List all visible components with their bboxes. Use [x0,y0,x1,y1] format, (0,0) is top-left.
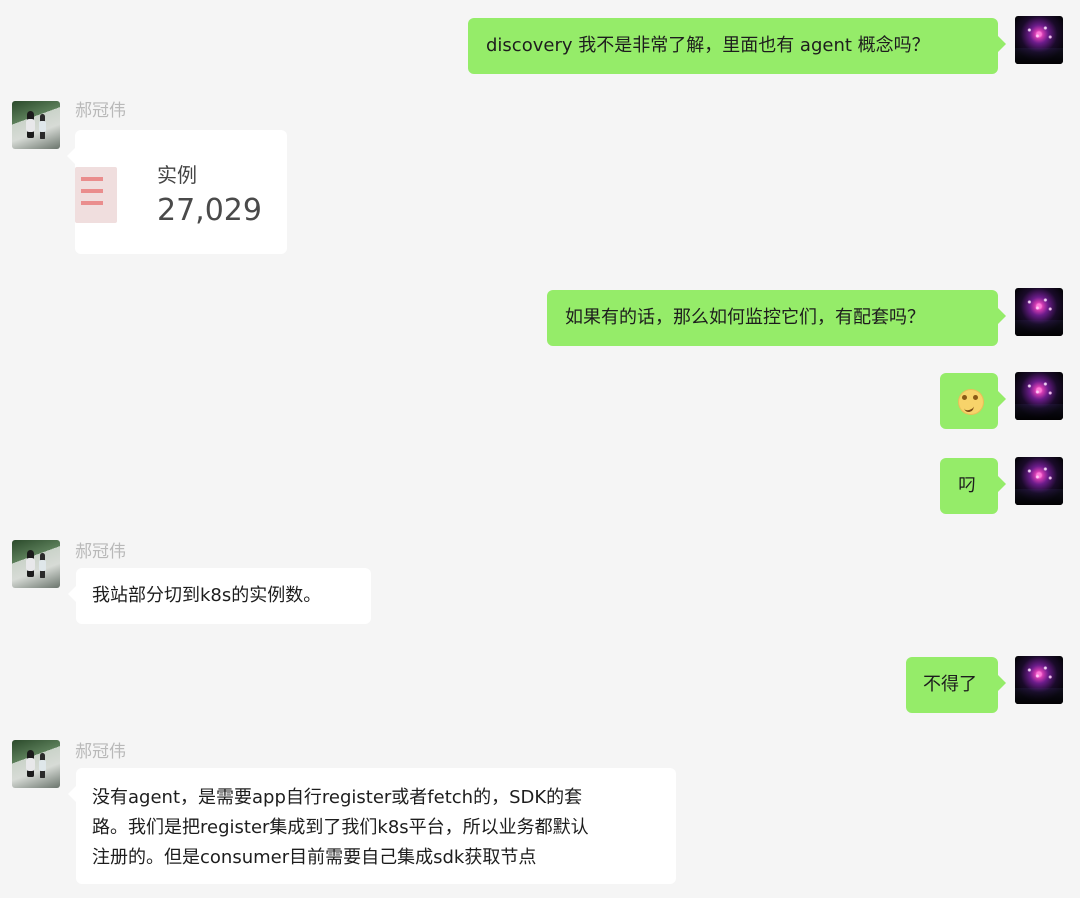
thinking-face-icon [958,389,984,415]
sender-name: 郝冠伟 [75,542,126,562]
contact-avatar[interactable] [12,540,60,588]
card-label: 实例 [157,163,197,187]
outgoing-message-bubble: discovery 我不是非常了解，里面也有 agent 概念吗？ [468,18,1006,74]
outgoing-message-bubble: 如果有的话，那么如何监控它们，有配套吗？ [547,290,1006,346]
message-text-line: 路。我们是把register集成到了我们k8s平台，所以业务都默认 [92,817,589,838]
sender-name: 郝冠伟 [75,742,126,762]
message-text: 我站部分切到k8s的实例数。 [92,585,322,606]
outgoing-emoji-bubble [940,373,1006,429]
message-text: 叼 [958,475,976,496]
document-icon [75,167,117,223]
contact-avatar[interactable] [12,101,60,149]
message-text-line: 没有agent，是需要app自行register或者fetch的，SDK的套 [92,787,583,808]
user-avatar[interactable] [1015,288,1063,336]
incoming-message-bubble: 我站部分切到k8s的实例数。 [68,568,371,624]
user-avatar[interactable] [1015,16,1063,64]
outgoing-message-bubble: 不得了 [906,657,1006,713]
chat-window: discovery 我不是非常了解，里面也有 agent 概念吗？ 郝冠伟 实例… [0,0,1080,898]
outgoing-message-bubble: 叼 [940,458,1006,514]
user-avatar[interactable] [1015,372,1063,420]
incoming-message-bubble: 没有agent，是需要app自行register或者fetch的，SDK的套 路… [68,768,676,884]
message-text-line: 注册的。但是consumer目前需要自己集成sdk获取节点 [92,847,537,868]
message-text: 如果有的话，那么如何监控它们，有配套吗？ [565,307,925,328]
instance-card[interactable]: 实例 27,029 [67,130,287,254]
message-text: discovery 我不是非常了解，里面也有 agent 概念吗？ [486,35,930,56]
sender-name: 郝冠伟 [75,101,126,121]
user-avatar[interactable] [1015,457,1063,505]
contact-avatar[interactable] [12,740,60,788]
message-text: 不得了 [923,674,977,695]
user-avatar[interactable] [1015,656,1063,704]
card-value: 27,029 [157,193,262,228]
